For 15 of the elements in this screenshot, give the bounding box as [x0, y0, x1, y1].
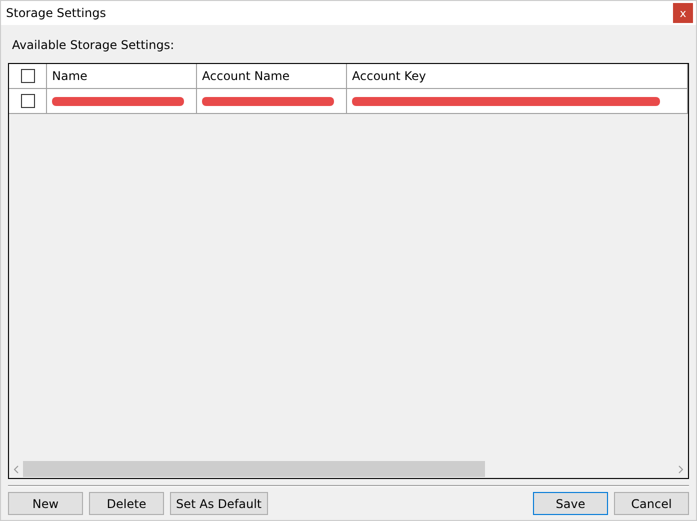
chevron-right-icon[interactable]	[678, 464, 684, 474]
dialog-button[interactable]: New	[8, 492, 83, 515]
dialog-button[interactable]: Save	[533, 492, 608, 515]
checkbox[interactable]	[20, 94, 34, 108]
dialog-button[interactable]: Cancel	[614, 492, 689, 515]
chevron-left-icon[interactable]	[13, 464, 19, 474]
window-title: Storage Settings	[6, 6, 106, 20]
column-header[interactable]: Name	[52, 69, 88, 83]
dialog-button[interactable]: Delete	[89, 492, 164, 515]
checkbox[interactable]	[20, 69, 34, 83]
dialog-button[interactable]: Set As Default	[170, 492, 268, 515]
close-button[interactable]: x	[673, 3, 693, 23]
section-label: Available Storage Settings:	[12, 38, 176, 54]
column-header[interactable]: Account Key	[352, 69, 426, 83]
column-header[interactable]: Account Name	[202, 69, 290, 83]
